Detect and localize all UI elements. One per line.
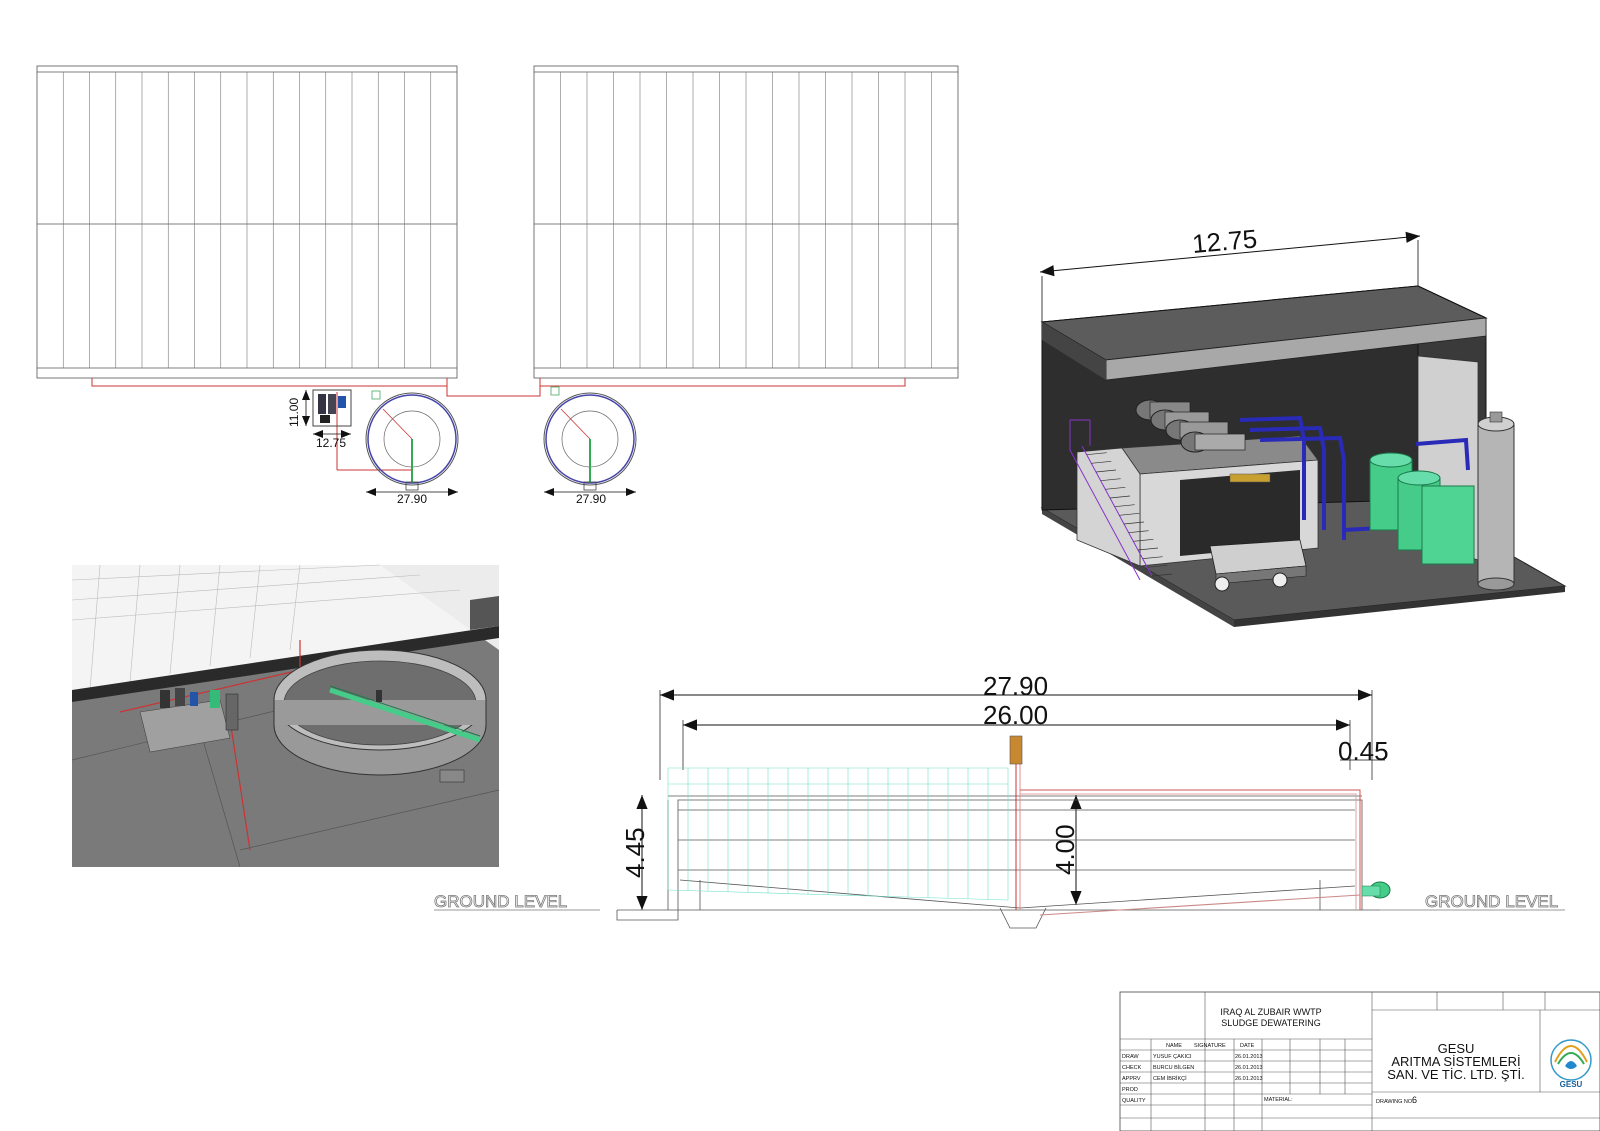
row-role-prod: PROD (1122, 1087, 1138, 1093)
logo-text: GESU (1560, 1080, 1583, 1089)
title-block: IRAQ AL ZUBAIR WWTP SLUDGE DEWATERING NA… (1119, 991, 1600, 1131)
dim-building-depth: 11.00 (287, 398, 301, 427)
mezzanine-side (1076, 447, 1141, 567)
drawing-no-value: 6 (1412, 1095, 1417, 1105)
row-role-draw: DRAW (1122, 1054, 1139, 1060)
plan-view: 11.00 12.75 27.90 27.90 (36, 65, 959, 506)
dim-clarifier-2: 27.90 (576, 492, 606, 506)
material-label: MATERIAL: (1264, 1097, 1293, 1103)
row-date-draw: 26.01.2013 (1235, 1054, 1263, 1060)
pump (1361, 881, 1391, 899)
dim-outer-diameter: 27.90 (983, 671, 1048, 701)
drive-unit (1009, 735, 1023, 765)
scraper-bridge (667, 767, 1009, 901)
section-view: 27.90 26.00 0.45 4.45 4.00 GROUND LEVEL … (434, 671, 1565, 929)
project-title-line2: SLUDGE DEWATERING (1221, 1018, 1321, 1028)
col-signature-header: SIGNATURE (1194, 1043, 1226, 1049)
row-role-apprv: APPRV (1122, 1076, 1141, 1082)
dim-inner-diameter: 26.00 (983, 700, 1048, 730)
perspective-3d-view (71, 564, 500, 868)
sludge-piping-plan (91, 378, 906, 471)
clarifier-plan-left (365, 390, 459, 491)
bridge-rail-line (667, 889, 1009, 901)
clarifier-plan-right (543, 386, 637, 491)
drawing-sheet: 11.00 12.75 27.90 27.90 12.75 27.90 26.0… (36, 65, 1600, 1131)
row-date-check: 26.01.2013 (1235, 1065, 1263, 1071)
row-name-draw: YUSUF ÇAKICI (1153, 1054, 1192, 1060)
drying-bed-left-dividers (62, 72, 432, 368)
lime-silo (1477, 411, 1515, 591)
dim-total-height: 4.45 (620, 827, 650, 878)
building-plan (312, 389, 352, 427)
dim-water-depth: 4.00 (1050, 824, 1080, 875)
drying-bed-right-dividers (560, 72, 932, 368)
clarifier-dims: 27.90 27.90 (366, 488, 636, 506)
col-name-header: NAME (1166, 1043, 1182, 1049)
ground-level-right: GROUND LEVEL (1425, 892, 1558, 911)
dim-building-width: 12.75 (316, 436, 346, 450)
dim-wall-thickness: 0.45 (1338, 736, 1389, 766)
dim-clarifier-1: 27.90 (397, 492, 427, 506)
col-date-header: DATE (1240, 1043, 1255, 1049)
project-title-line1: IRAQ AL ZUBAIR WWTP (1220, 1007, 1321, 1017)
row-date-apprv: 26.01.2013 (1235, 1076, 1263, 1082)
row-role-quality: QUALITY (1122, 1098, 1146, 1104)
ground-level-left: GROUND LEVEL (434, 892, 567, 911)
row-name-check: BURCU BİLGEN (1153, 1064, 1194, 1071)
dim-building-3d-width: 12.75 (1191, 223, 1258, 259)
row-name-apprv: CEM İBRİKÇİ (1153, 1075, 1187, 1082)
drawing-no-label: DRAWING NO: (1376, 1099, 1414, 1105)
row-role-check: CHECK (1122, 1065, 1142, 1071)
company-line3: SAN. VE TİC. LTD. ŞTİ. (1387, 1067, 1525, 1082)
building-3d-view: 12.75 (1039, 223, 1567, 627)
tank-section (616, 795, 1380, 929)
